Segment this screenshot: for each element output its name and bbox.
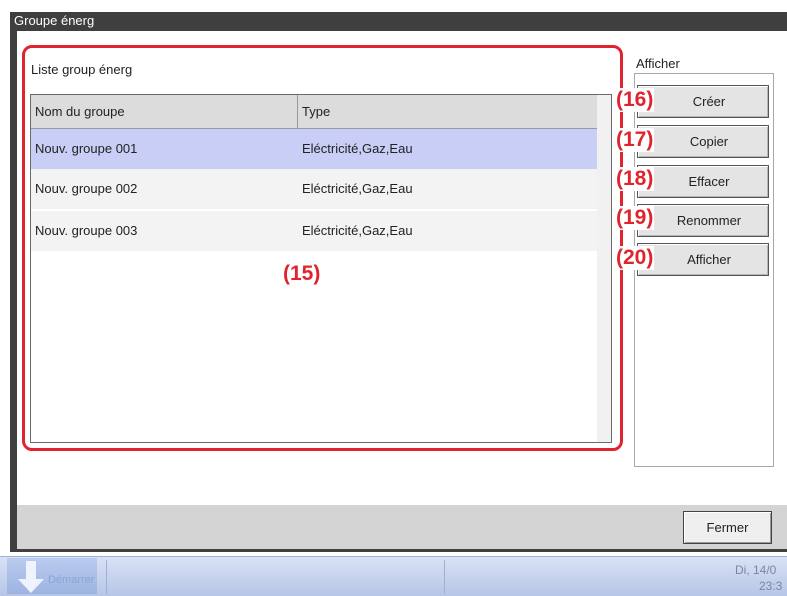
window-title: Groupe énerg <box>10 12 787 30</box>
taskbar <box>0 556 787 596</box>
annotation-list: (15) <box>283 262 321 285</box>
table-scrollbar[interactable] <box>597 95 611 442</box>
column-header-name[interactable]: Nom du groupe <box>31 95 298 129</box>
create-button[interactable]: Créer <box>637 85 769 118</box>
display-button[interactable]: Afficher <box>637 243 769 276</box>
annotation-create: (16) <box>615 88 655 112</box>
table-row[interactable]: Nouv. groupe 001 Eléctricité,Gaz,Eau <box>31 129 597 169</box>
taskbar-divider <box>106 560 107 594</box>
row-name: Nouv. groupe 001 <box>35 141 138 156</box>
list-label: Liste group énerg <box>31 62 133 77</box>
row-type: Eléctricité,Gaz,Eau <box>302 223 413 238</box>
start-label: Démarrer <box>48 574 95 586</box>
taskbar-divider <box>444 560 445 594</box>
annotation-rename: (19) <box>615 206 655 230</box>
annotation-display: (20) <box>615 246 655 270</box>
row-name: Nouv. groupe 002 <box>35 181 138 196</box>
annotation-delete: (18) <box>615 167 655 191</box>
arrow-down-icon <box>18 561 44 593</box>
energy-group-table: Nom du groupe Type Nouv. groupe 001 Eléc… <box>30 94 612 443</box>
rename-button[interactable]: Renommer <box>637 204 769 237</box>
row-name: Nouv. groupe 003 <box>35 223 138 238</box>
table-row[interactable]: Nouv. groupe 002 Eléctricité,Gaz,Eau <box>31 169 597 209</box>
row-type: Eléctricité,Gaz,Eau <box>302 141 413 156</box>
table-row[interactable]: Nouv. groupe 003 Eléctricité,Gaz,Eau <box>31 211 597 251</box>
delete-button[interactable]: Effacer <box>637 165 769 198</box>
clock-date: Di, 14/0 <box>735 563 777 577</box>
window-footer <box>17 505 787 549</box>
side-panel-label: Afficher <box>636 56 680 71</box>
column-header-type[interactable]: Type <box>298 95 597 129</box>
copy-button[interactable]: Copier <box>637 125 769 158</box>
clock-time: 23:3 <box>759 579 783 593</box>
close-button[interactable]: Fermer <box>683 511 772 544</box>
row-type: Eléctricité,Gaz,Eau <box>302 181 413 196</box>
annotation-copy: (17) <box>615 128 655 152</box>
